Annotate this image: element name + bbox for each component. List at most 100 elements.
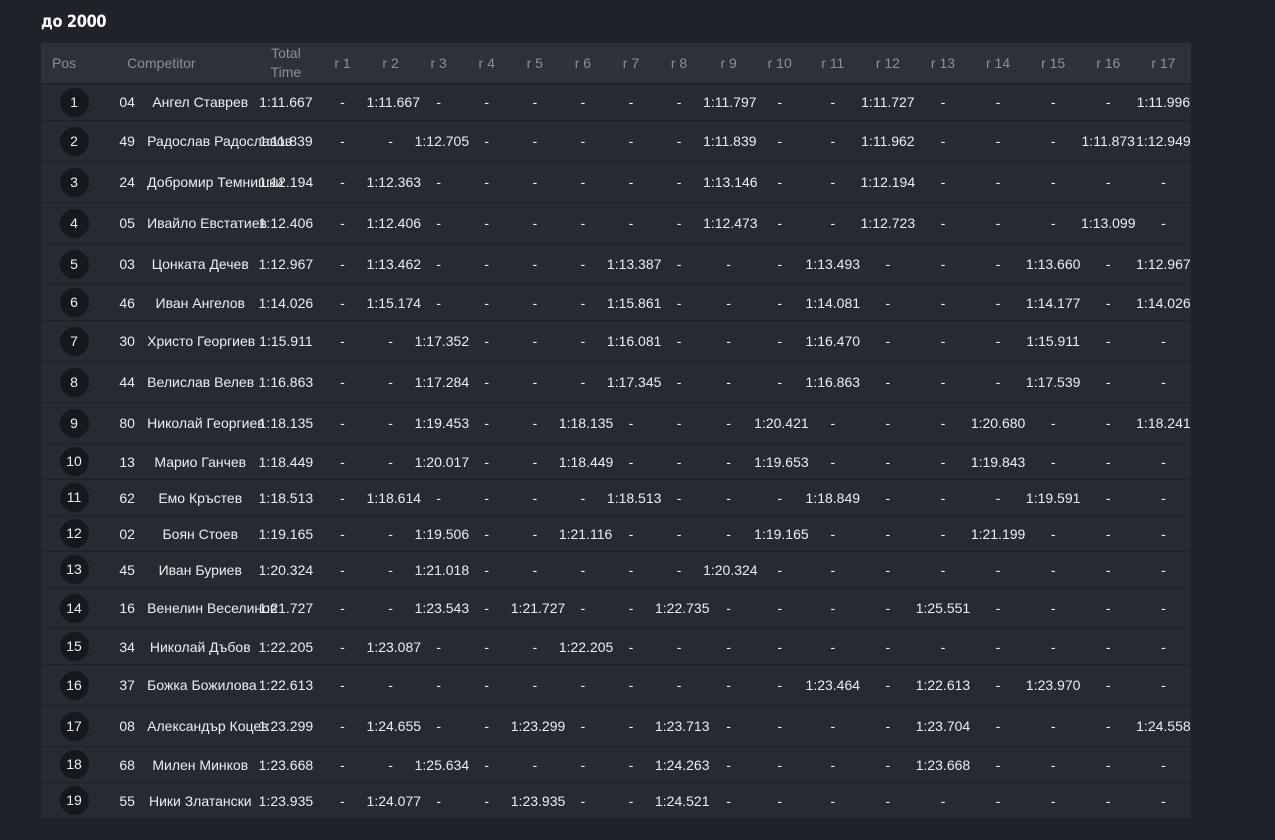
round-time: 1:15.174 [366,294,422,311]
table-row[interactable]: 12 02 Боян Стоев 1:19.165- -1:19.506- -1:21.1… [41,515,1191,552]
table-row[interactable]: 3 24 Добромир Темнишки 1:12.194-1:12.363- - -… [41,161,1191,203]
position-badge: 2 [59,126,89,156]
round-time: - [340,94,345,110]
round-time: - [1161,489,1166,506]
position-badge: 6 [59,288,89,317]
header-round[interactable]: r 10 [754,43,806,84]
table-row[interactable]: 1 04 Ангел Ставрев 1:11.667-1:11.667- - - - - -1… [41,83,1191,121]
round-time: 1:23.087 [366,638,422,655]
header-round[interactable]: r 1 [318,43,367,84]
total-time: 1:12.967 [258,256,314,272]
header-round[interactable]: r 12 [860,43,916,84]
round-time: - [777,792,783,809]
header-round[interactable]: r 17 [1135,43,1191,84]
position-badge: 1 [59,87,89,117]
table-row[interactable]: 7 30 Христо Георгиев 1:15.911- -1:17.352- - -1… [41,320,1191,362]
table-row[interactable]: 6 46 Иван Ангелов 1:14.026-1:15.174- - - -1:15… [41,284,1191,321]
round-time: - [484,133,490,149]
round-time: - [484,215,490,231]
round-time: - [830,94,836,110]
round-time: - [885,415,891,431]
table-row[interactable]: 19 55 Ники Златански 1:23.935-1:24.077- -1:2… [41,782,1191,819]
table-row[interactable]: 16 37 Божка Божилова 1:22.613- - - - - - - - - -1:23… [41,664,1191,706]
header-round[interactable]: r 8 [655,43,704,84]
competitor-name: Божка Божилова [147,677,257,693]
round-time: 1:12.363 [366,174,422,190]
header-round[interactable]: r 14 [970,43,1026,84]
table-row[interactable]: 4 05 Ивайло Евстатиев 1:12.406-1:12.406- - - -… [41,202,1191,244]
round-time: - [777,215,783,231]
round-time: - [340,374,345,390]
round-time: - [726,453,731,470]
table-row[interactable]: 14 16 Венелин Веселинов 1:21.727- -1:23.543-… [41,587,1191,629]
round-time: 1:23.464 [805,677,861,693]
round-time: - [1161,374,1166,390]
table-row[interactable]: 10 13 Марио Ганчев 1:18.449- -1:20.017- -1:18… [41,443,1191,480]
round-time: 1:17.539 [1025,374,1081,390]
round-time: - [995,638,1001,655]
competitor-number: 68 [119,756,135,773]
round-time: - [676,525,682,542]
round-time: - [1050,600,1056,616]
table-row[interactable]: 15 34 Николай Дъбов 1:22.205-1:23.087- - -1:2… [41,628,1191,665]
round-time: - [777,677,783,693]
round-time: - [1105,415,1111,431]
header-round[interactable]: r 4 [462,43,511,84]
table-row[interactable]: 5 03 Цонката Дечев 1:12.967-1:13.462- - - -1:1… [41,243,1191,285]
table-row[interactable]: 13 45 Иван Буриев 1:20.324- -1:21.018- - - - -1:… [41,551,1191,588]
table-row[interactable]: 8 44 Велислав Велев 1:16.863- -1:17.284- - -1:… [41,361,1191,403]
round-time: - [628,94,634,110]
header-competitor[interactable]: Competitor [107,43,254,84]
round-time: - [532,374,538,390]
round-time: - [628,215,634,231]
header-round[interactable]: r 6 [558,43,607,84]
header-round[interactable]: r 7 [606,43,655,84]
round-time: - [676,374,682,390]
competitor-name: Емо Кръстев [158,489,243,506]
round-time: - [484,94,490,110]
round-time: - [484,677,490,693]
round-time: 1:22.735 [655,600,710,616]
round-time: - [388,561,393,578]
table-row[interactable]: 9 80 Николай Георгиев 1:18.135- -1:19.453- -1… [41,402,1191,444]
table-row[interactable]: 17 08 Александър Коцев 1:23.299-1:24.655- -1… [41,705,1191,747]
header-round[interactable]: r 5 [510,43,559,84]
round-time: 1:19.506 [414,525,470,542]
round-time: - [885,638,891,655]
header-pos[interactable]: Pos [41,43,108,84]
round-time: 1:19.591 [1025,489,1081,506]
round-time: - [940,374,946,390]
round-time: 1:18.449 [558,453,614,470]
table-row[interactable]: 18 68 Милен Минков 1:23.668- -1:25.634- - - -1:… [41,746,1191,783]
round-time: - [1105,525,1111,542]
header-total-time[interactable]: Total Time [253,43,319,84]
total-time: 1:22.613 [258,677,314,693]
header-round[interactable]: r 16 [1080,43,1136,84]
table-row[interactable]: 11 62 Емо Кръстев 1:18.513-1:18.614- - - -1:18… [41,479,1191,516]
round-time: - [676,133,682,149]
header-round[interactable]: r 11 [805,43,861,84]
round-time: - [1161,756,1166,773]
position-badge: 4 [59,208,89,238]
header-round[interactable]: r 9 [703,43,755,84]
header-round[interactable]: r 3 [414,43,463,84]
header-round[interactable]: r 15 [1025,43,1081,84]
header-round[interactable]: r 2 [366,43,415,84]
round-time: - [1105,333,1111,349]
competitor-number: 24 [119,174,135,190]
header-round[interactable]: r 13 [915,43,971,84]
table-row[interactable]: 2 49 Радослав Радославов 1:11.839- -1:12.705… [41,120,1191,162]
round-time: - [580,174,586,190]
round-time: - [676,561,682,578]
round-time: - [995,215,1001,231]
position-badge: 18 [59,750,89,779]
round-time: - [580,294,586,311]
total-time: 1:12.406 [258,215,314,231]
round-time: - [726,792,731,809]
round-time: - [995,718,1001,734]
round-time: - [484,453,490,470]
round-time: - [1161,561,1166,578]
total-time: 1:18.513 [258,489,314,506]
round-time: - [436,256,441,272]
competitor-name: Николай Дъбов [149,638,251,655]
